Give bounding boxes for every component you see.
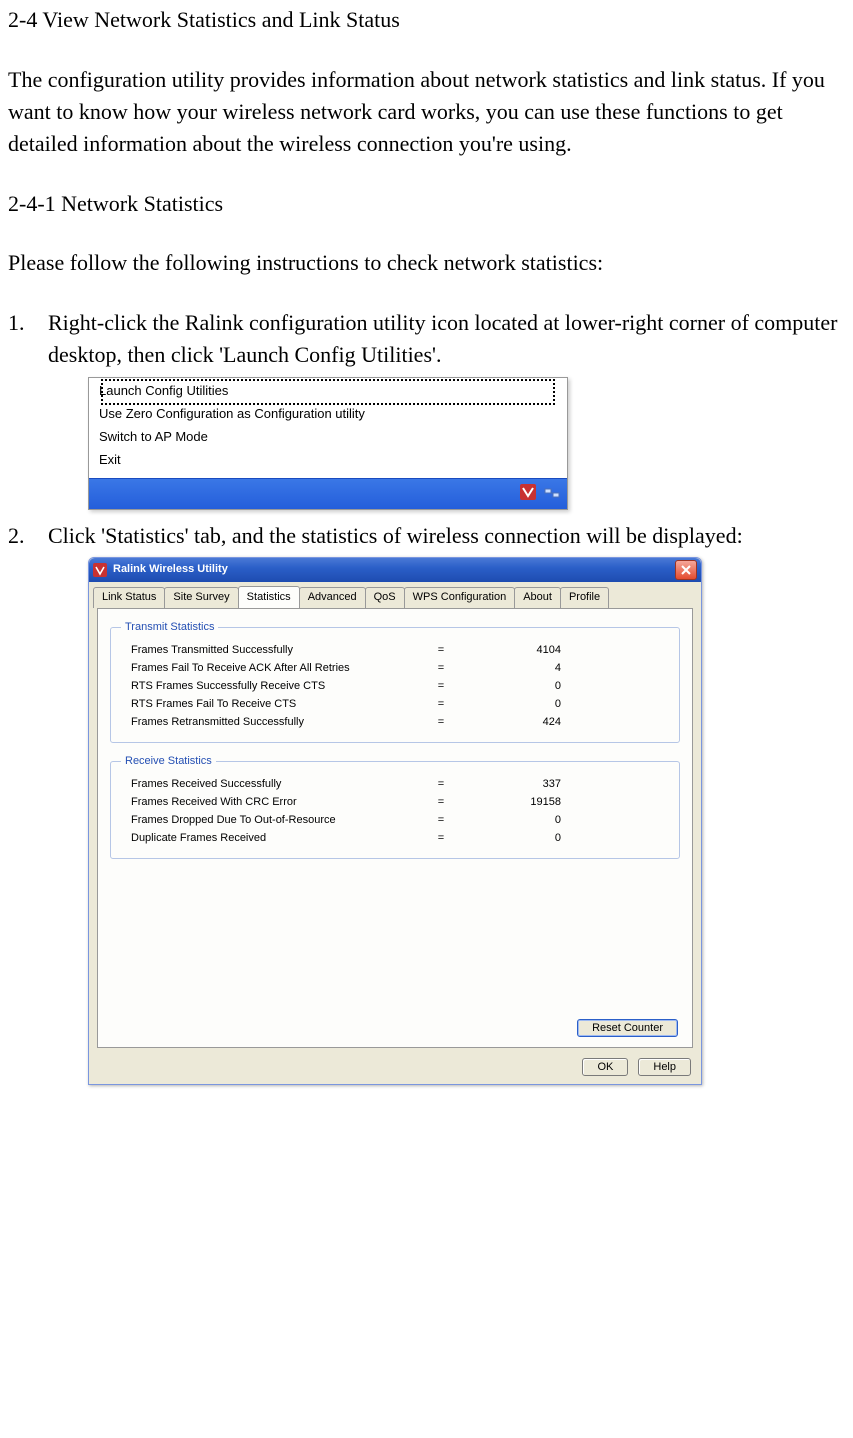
stat-label: RTS Frames Fail To Receive CTS: [123, 697, 421, 713]
tab-statistics[interactable]: Statistics: [238, 586, 300, 608]
stat-label: Frames Received Successfully: [123, 777, 421, 793]
lead-in-paragraph: Please follow the following instructions…: [8, 247, 845, 279]
stat-label: Frames Transmitted Successfully: [123, 643, 421, 659]
window-close-button[interactable]: [675, 560, 697, 580]
stat-row: Frames Received Successfully = 337: [123, 776, 667, 794]
equals-sign: =: [421, 661, 461, 677]
transmit-groupbox: Transmit Statistics Frames Transmitted S…: [110, 627, 680, 743]
stat-label: Frames Dropped Due To Out-of-Resource: [123, 813, 421, 829]
stat-value: 337: [461, 777, 561, 793]
section-title: 2-4 View Network Statistics and Link Sta…: [8, 4, 845, 36]
equals-sign: =: [421, 679, 461, 695]
stat-label: Frames Fail To Receive ACK After All Ret…: [123, 661, 421, 677]
equals-sign: =: [421, 697, 461, 713]
stat-label: Duplicate Frames Received: [123, 831, 421, 847]
stat-row: Frames Received With CRC Error = 19158: [123, 794, 667, 812]
equals-sign: =: [421, 715, 461, 731]
stat-row: Frames Retransmitted Successfully = 424: [123, 714, 667, 732]
equals-sign: =: [421, 643, 461, 659]
intro-paragraph: The configuration utility provides infor…: [8, 64, 845, 160]
title-bar: Ralink Wireless Utility: [89, 558, 701, 582]
tab-advanced[interactable]: Advanced: [299, 587, 366, 608]
subsection-heading: 2-4-1 Network Statistics: [8, 188, 845, 220]
stat-row: Frames Fail To Receive ACK After All Ret…: [123, 660, 667, 678]
stat-row: Frames Dropped Due To Out-of-Resource = …: [123, 812, 667, 830]
context-menu-screenshot: Launch Config Utilities Use Zero Configu…: [88, 377, 568, 509]
stat-value: 4: [461, 661, 561, 677]
stat-row: Duplicate Frames Received = 0: [123, 830, 667, 848]
stat-value: 4104: [461, 643, 561, 659]
window-title: Ralink Wireless Utility: [113, 562, 228, 578]
taskbar: [89, 478, 567, 509]
stat-row: RTS Frames Successfully Receive CTS = 0: [123, 678, 667, 696]
stat-row: Frames Transmitted Successfully = 4104: [123, 642, 667, 660]
window-footer: OK Help: [89, 1052, 701, 1084]
ok-button[interactable]: OK: [582, 1058, 628, 1076]
context-menu-item-zero-config[interactable]: Use Zero Configuration as Configuration …: [89, 403, 567, 426]
stat-label: RTS Frames Successfully Receive CTS: [123, 679, 421, 695]
stat-value: 0: [461, 813, 561, 829]
reset-counter-button[interactable]: Reset Counter: [577, 1019, 678, 1037]
stat-row: RTS Frames Fail To Receive CTS = 0: [123, 696, 667, 714]
tab-qos[interactable]: QoS: [365, 587, 405, 608]
tab-about[interactable]: About: [514, 587, 561, 608]
stat-value: 19158: [461, 795, 561, 811]
equals-sign: =: [421, 777, 461, 793]
stat-label: Frames Received With CRC Error: [123, 795, 421, 811]
tab-profile[interactable]: Profile: [560, 587, 609, 608]
stat-value: 424: [461, 715, 561, 731]
equals-sign: =: [421, 813, 461, 829]
step-1-text: Right-click the Ralink configuration uti…: [48, 310, 838, 367]
ralink-tray-icon[interactable]: [519, 483, 537, 501]
context-menu-item-switch-ap[interactable]: Switch to AP Mode: [89, 426, 567, 449]
transmit-legend: Transmit Statistics: [121, 620, 218, 636]
context-menu-item-exit[interactable]: Exit: [89, 449, 567, 472]
tab-strip: Link Status Site Survey Statistics Advan…: [93, 586, 697, 608]
stat-value: 0: [461, 679, 561, 695]
system-tray: [519, 483, 561, 501]
context-menu-item-launch[interactable]: Launch Config Utilities: [89, 380, 567, 403]
tab-link-status[interactable]: Link Status: [93, 587, 165, 608]
step-2-text: Click 'Statistics' tab, and the statisti…: [48, 523, 743, 548]
stat-value: 0: [461, 697, 561, 713]
stat-value: 0: [461, 831, 561, 847]
ralink-app-icon: [93, 563, 107, 577]
equals-sign: =: [421, 795, 461, 811]
help-button[interactable]: Help: [638, 1058, 691, 1076]
tab-wps[interactable]: WPS Configuration: [404, 587, 516, 608]
ralink-window: Ralink Wireless Utility Link Status Site…: [88, 557, 702, 1085]
receive-groupbox: Receive Statistics Frames Received Succe…: [110, 761, 680, 859]
network-tray-icon[interactable]: [543, 483, 561, 501]
tab-site-survey[interactable]: Site Survey: [164, 587, 238, 608]
receive-legend: Receive Statistics: [121, 754, 216, 770]
statistics-panel: Transmit Statistics Frames Transmitted S…: [97, 608, 693, 1048]
equals-sign: =: [421, 831, 461, 847]
stat-label: Frames Retransmitted Successfully: [123, 715, 421, 731]
